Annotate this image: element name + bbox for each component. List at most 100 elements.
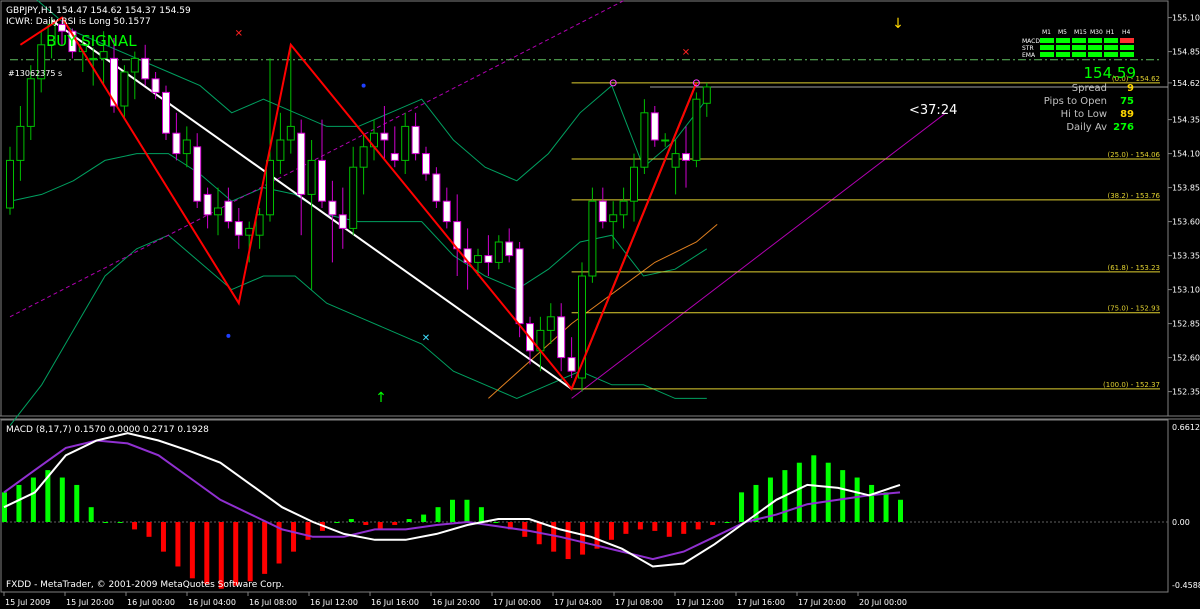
stat-label: Daily Av (1066, 122, 1107, 133)
candle-body (442, 200, 451, 223)
stat-value: 276 (1113, 122, 1134, 133)
candle-body (401, 125, 410, 161)
time-tick-label: 16 Jul 00:00 (127, 598, 175, 607)
signal-cell (1040, 38, 1054, 43)
macd-histogram-bar (565, 521, 571, 560)
signal-cell (1120, 45, 1134, 50)
time-tick-label: 16 Jul 08:00 (249, 598, 297, 607)
symbol-header: GBPJPY,H1 154.47 154.62 154.37 154.59 (6, 6, 191, 16)
candle-body (318, 159, 326, 202)
stat-label: Pips to Open (1044, 96, 1107, 107)
fib-label-1: (25.0) - 154.06 (1107, 151, 1160, 159)
time-tick-label: 15 Jul 2009 (5, 598, 50, 607)
signal-cell (1104, 52, 1118, 57)
macd-histogram-bar (247, 521, 253, 582)
candle-body (286, 125, 295, 141)
candle-body (328, 200, 337, 216)
price-tick-label: 153.60 (1172, 218, 1200, 227)
macd-histogram-bar (724, 521, 730, 523)
time-tick-label: 20 Jul 00:00 (859, 598, 907, 607)
macd-histogram-bar (117, 521, 123, 523)
candle-body (234, 221, 243, 236)
candle-body (193, 146, 202, 202)
candle-body (619, 200, 628, 216)
candle-body (546, 316, 555, 331)
candle-body (380, 132, 389, 141)
macd-histogram-bar (695, 521, 701, 530)
candle-body (224, 200, 233, 223)
candle-body (588, 200, 597, 277)
footer-copyright: FXDD - MetaTrader, © 2001-2009 MetaQuote… (6, 580, 284, 590)
macd-tick-label: 0.00 (1172, 518, 1190, 527)
candle-body (474, 255, 482, 263)
macd-histogram-bar (377, 521, 383, 530)
candle-body (276, 139, 285, 161)
signal-cell (1120, 38, 1134, 43)
time-tick-label: 16 Jul 12:00 (310, 598, 358, 607)
cross-marker: ✕ (682, 48, 690, 59)
signal-cell (1088, 38, 1102, 43)
up-arrow-icon: ↑ (375, 390, 387, 406)
signal-cell (1056, 52, 1070, 57)
price-tick-label: 152.60 (1172, 354, 1200, 363)
macd-title: MACD (8,17,7) 0.1570 0.0000 0.2717 0.192… (6, 425, 209, 435)
candle-body (630, 166, 638, 202)
fib-label-5: (100.0) - 152.37 (1103, 381, 1160, 389)
macd-histogram-bar (840, 470, 846, 522)
timeframe-label: M15 (1074, 29, 1087, 36)
signal-cell (1088, 52, 1102, 57)
price-tick-label: 153.85 (1172, 184, 1200, 193)
macd-histogram-bar (464, 499, 470, 522)
candle-body (349, 166, 358, 229)
signal-row-label: MACD (1022, 38, 1040, 45)
macd-tick-label: 0.6612 (1172, 423, 1200, 432)
macd-histogram-bar (796, 462, 802, 522)
candle-body (702, 86, 711, 104)
candle-body (255, 214, 264, 236)
candle-body (671, 153, 680, 168)
signal-cell (1040, 45, 1054, 50)
candle-body (297, 132, 306, 195)
macd-histogram-bar (666, 521, 672, 537)
macd-histogram-bar (652, 521, 658, 531)
signal-cell (1040, 52, 1054, 57)
signal-row-label: STR (1022, 45, 1034, 52)
candle-body (120, 71, 129, 107)
signal-cell (1120, 52, 1134, 57)
macd-histogram-bar (478, 507, 484, 522)
timeframe-label: M1 (1042, 29, 1051, 36)
candle-body (609, 214, 618, 223)
time-tick-label: 17 Jul 12:00 (676, 598, 724, 607)
stat-label: Hi to Low (1061, 109, 1107, 120)
stat-value: 89 (1120, 109, 1134, 120)
timeframe-label: M5 (1058, 29, 1067, 36)
macd-histogram-bar (262, 521, 268, 574)
signal-cell (1072, 38, 1086, 43)
time-tick-label: 17 Jul 00:00 (493, 598, 541, 607)
macd-histogram-bar (421, 514, 427, 522)
price-tick-label: 152.85 (1172, 320, 1200, 329)
macd-histogram-bar (305, 521, 311, 540)
dot-marker (361, 83, 366, 88)
price-tick-label: 153.10 (1172, 286, 1200, 295)
macd-histogram-bar (869, 484, 875, 522)
macd-histogram-bar (348, 519, 354, 522)
price-tick-label: 154.10 (1172, 150, 1200, 159)
time-tick-label: 15 Jul 20:00 (66, 598, 114, 607)
price-tick-label: 154.85 (1172, 48, 1200, 57)
macd-histogram-bar (291, 521, 297, 552)
ticket-label: #13062375 s (8, 69, 62, 78)
signal-cell (1104, 45, 1118, 50)
candle-body (307, 159, 316, 195)
signal-cell (1088, 45, 1102, 50)
candle-body (172, 132, 181, 155)
candle-body (505, 241, 514, 257)
macd-histogram-bar (74, 484, 80, 522)
candle-body (692, 98, 701, 161)
macd-histogram-bar (16, 484, 22, 522)
candle-body (432, 173, 441, 202)
candle-body (650, 112, 659, 141)
macd-histogram-bar (88, 507, 94, 522)
price-tick-label: 154.62 (1172, 79, 1200, 88)
macd-histogram-bar (898, 499, 903, 522)
